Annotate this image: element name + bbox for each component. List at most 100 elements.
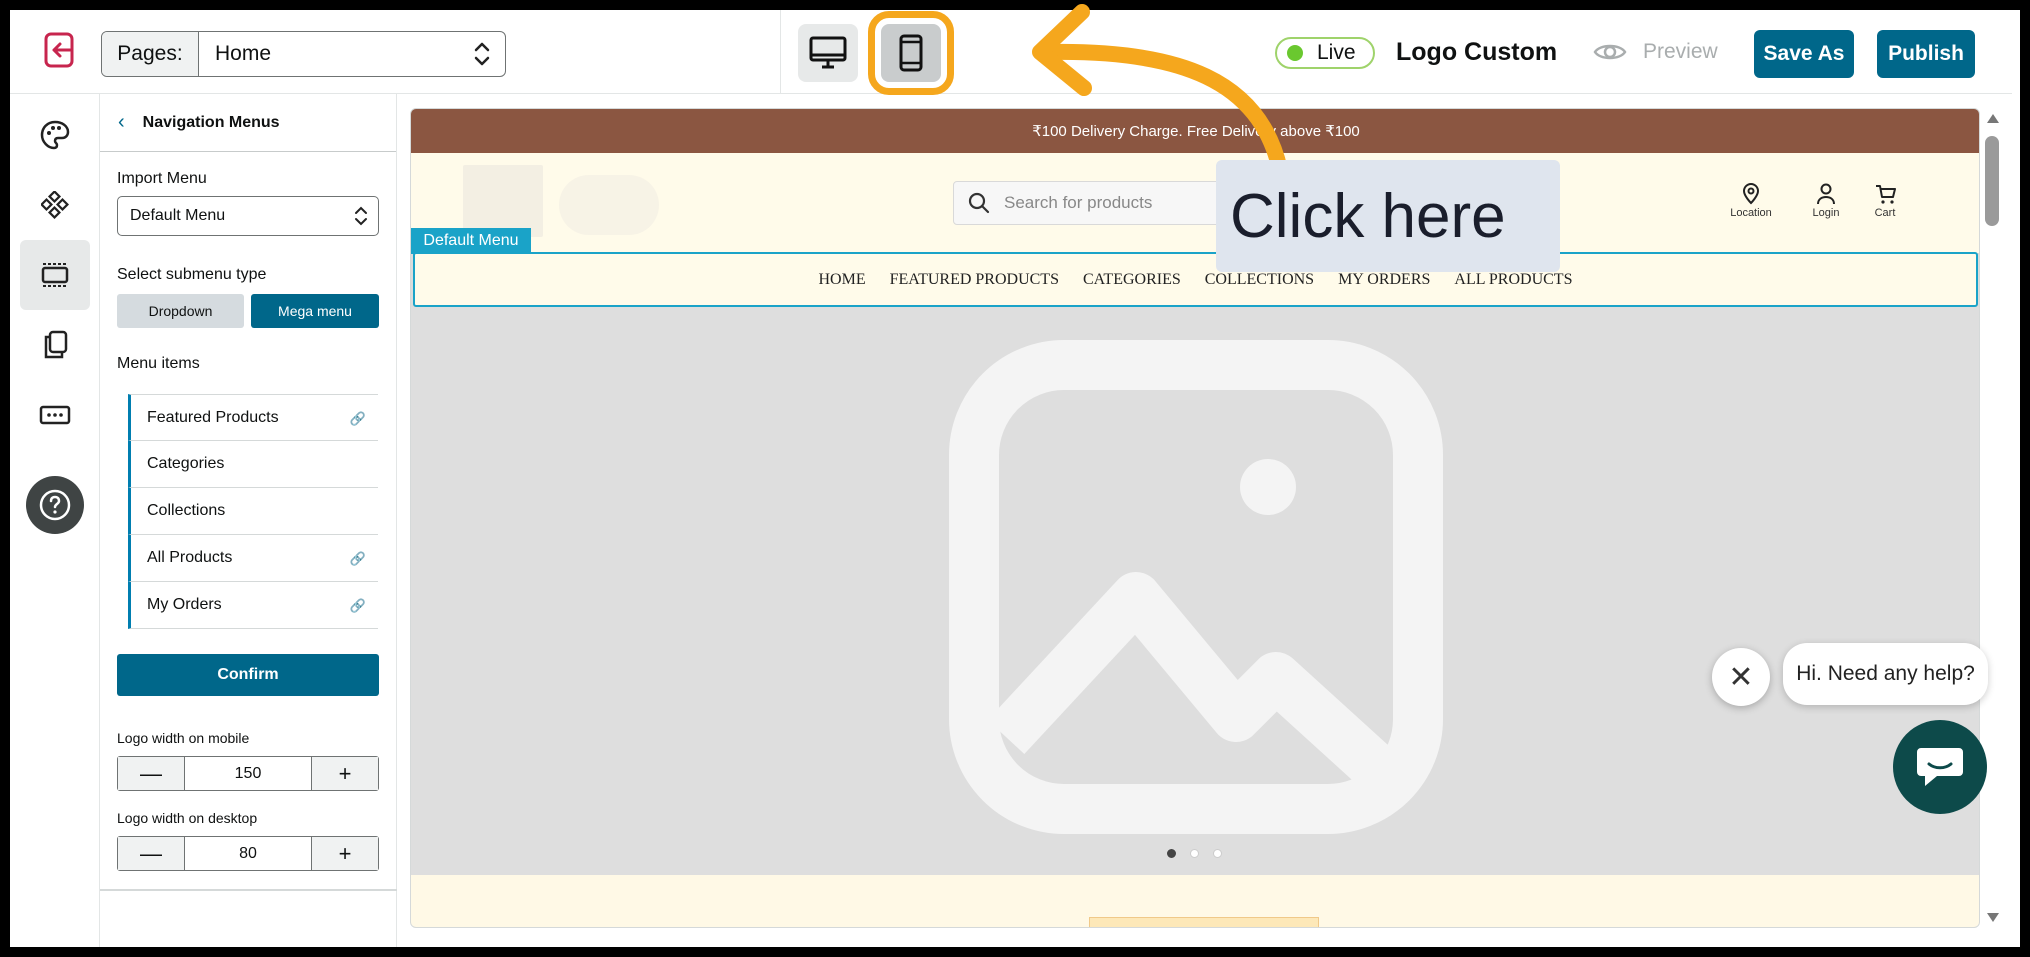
rail-header[interactable] [20,240,90,310]
default-menu-tag: Default Menu [411,228,531,254]
chat-bubble-icon [1917,748,1963,786]
left-icon-rail [10,94,100,947]
exit-editor-icon[interactable] [42,32,78,68]
confirm-button[interactable]: Confirm [117,654,379,696]
import-menu-select[interactable]: Default Menu [117,196,379,236]
carousel-dot[interactable] [1167,849,1176,858]
menu-item[interactable]: All Products 🔗 [128,535,378,582]
logo-desktop-value[interactable]: 80 [184,837,312,870]
dropdown-option[interactable]: Dropdown [117,294,244,328]
link-icon: 🔗 [349,411,366,426]
mega-menu-option[interactable]: Mega menu [251,294,379,328]
menu-item[interactable]: Featured Products 🔗 [128,394,378,441]
desktop-icon [809,36,847,69]
nav-categories[interactable]: CATEGORIES [1083,271,1181,289]
scroll-up-icon [1987,114,1999,123]
nav-featured-products[interactable]: FEATURED PRODUCTS [890,271,1059,289]
decrement-button[interactable]: — [118,757,184,790]
logo-mobile-stepper: — 150 + [117,756,379,791]
import-menu-label: Import Menu [117,170,207,187]
preview-label: Preview [1643,40,1718,63]
preview-button[interactable]: Preview [1593,40,1718,64]
menu-item[interactable]: Collections [128,488,378,535]
menu-item[interactable]: Categories [128,441,378,488]
carousel-dot[interactable] [1213,849,1222,858]
location-label: Location [1730,207,1772,219]
carousel-dot[interactable] [1190,849,1199,858]
menu-items-list: Featured Products 🔗 Categories Collectio… [128,394,378,629]
search-icon [968,192,990,214]
rail-theme[interactable] [20,100,90,170]
menu-item-label: Collections [147,502,226,519]
search-placeholder: Search for products [1004,193,1153,212]
store-logo-placeholder [559,175,659,235]
page-selector[interactable]: Pages: Home [101,31,506,77]
login-label: Login [1812,207,1840,219]
logo-mobile-value[interactable]: 150 [184,757,312,790]
save-as-button[interactable]: Save As [1754,30,1854,78]
user-icon [1817,183,1835,205]
store-logo [463,165,543,237]
eye-icon [1593,44,1627,60]
mobile-view-button[interactable] [868,11,954,95]
panel-header[interactable]: ‹ Navigation Menus [100,94,396,152]
navigation-menus-panel: ‹ Navigation Menus Import Menu Default M… [100,94,397,947]
store-nav-bar[interactable]: HOME FEATURED PRODUCTS CATEGORIES COLLEC… [413,252,1978,307]
desktop-view-button[interactable] [798,24,858,82]
mobile-icon [899,34,923,72]
hero-banner[interactable] [411,307,1979,875]
pages-label: Pages: [102,32,199,76]
scroll-thumb[interactable] [1985,136,1999,226]
logo-desktop-stepper: — 80 + [117,836,379,871]
cart-icon [1876,185,1896,204]
menu-item-label: Categories [147,455,225,472]
nav-my-orders[interactable]: MY ORDERS [1338,271,1430,289]
chat-greeting[interactable]: Hi. Need any help? [1783,643,1988,705]
nav-collections[interactable]: COLLECTIONS [1205,271,1314,289]
palette-icon [40,120,70,150]
increment-button[interactable]: + [312,757,378,790]
curved-arrow-icon [1032,4,1288,178]
login-link[interactable]: Login [1796,183,1856,219]
pages-value-text: Home [215,42,272,65]
decrement-button[interactable]: — [118,837,184,870]
pages-value[interactable]: Home [199,32,505,76]
publish-button[interactable]: Publish [1877,30,1975,78]
live-label: Live [1317,41,1356,64]
carousel-dots[interactable] [1167,849,1236,858]
help-button[interactable] [26,476,84,534]
rail-pages[interactable] [20,310,90,380]
footer-icon [39,405,71,425]
components-icon [41,191,69,219]
nav-home[interactable]: HOME [819,271,866,289]
updown-chevron-icon [355,206,367,226]
scroll-down-icon [1987,913,1999,922]
store-preview-canvas: ₹100 Delivery Charge. Free Delivery abov… [410,108,1980,928]
location-link[interactable]: Location [1721,183,1781,219]
pages-icon [44,330,68,359]
store-search-input[interactable]: Search for products [953,181,1253,225]
increment-button[interactable]: + [312,837,378,870]
logo-mobile-label: Logo width on mobile [117,730,250,746]
cart-link[interactable]: Cart [1855,183,1915,219]
back-chevron-icon[interactable]: ‹ [118,111,125,134]
rail-footer[interactable] [20,380,90,450]
import-menu-value: Default Menu [130,207,226,224]
rail-components[interactable] [20,170,90,240]
chat-close-button[interactable]: ✕ [1712,648,1770,706]
link-icon: 🔗 [349,551,366,566]
header-layout-icon [41,263,69,287]
click-here-callout: Click here [1216,160,1560,272]
menu-item[interactable]: My Orders 🔗 [128,582,378,629]
menu-item-label: All Products [147,549,233,566]
help-icon [39,489,71,521]
nav-all-products[interactable]: ALL PRODUCTS [1454,271,1572,289]
submenu-type-label: Select submenu type [117,266,267,283]
preview-scrollbar[interactable] [1982,108,2004,928]
panel-divider [100,889,397,891]
cart-label: Cart [1874,207,1896,219]
menu-item-label: My Orders [147,596,222,613]
updown-chevron-icon [474,42,490,66]
chat-launcher-button[interactable] [1893,720,1987,814]
panel-title: Navigation Menus [142,113,280,131]
